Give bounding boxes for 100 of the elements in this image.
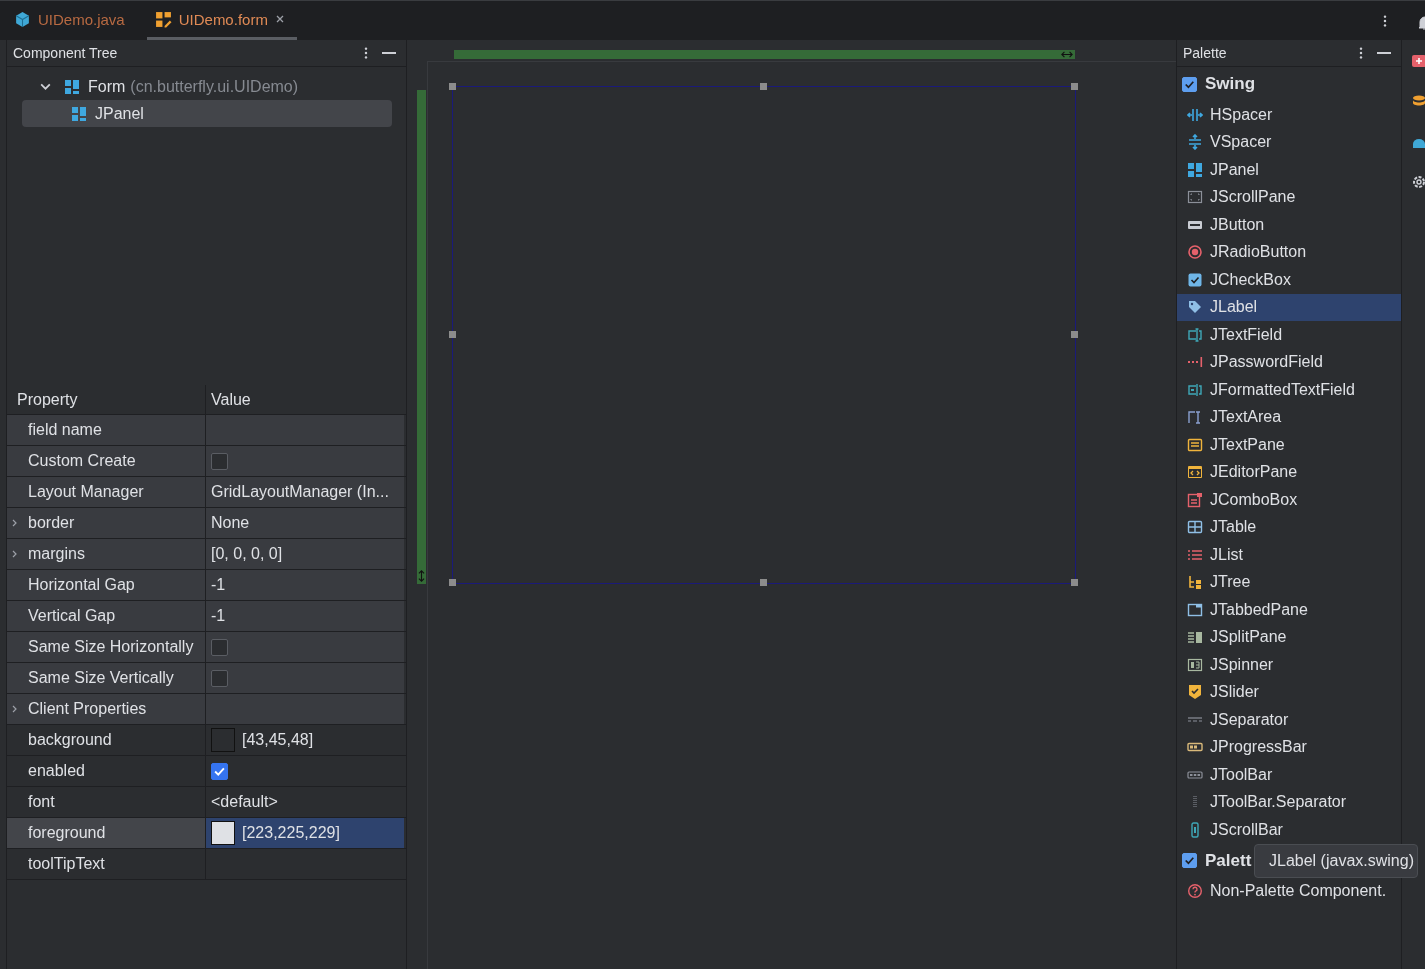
resize-handle[interactable] <box>1071 579 1078 586</box>
spacer-icon <box>1187 106 1203 123</box>
property-name[interactable]: Layout Manager <box>7 477 206 507</box>
palette-item[interactable]: VSpacer <box>1177 128 1401 156</box>
palette-item[interactable]: JList <box>1177 541 1401 569</box>
table-icon <box>1187 519 1203 536</box>
editor-tab[interactable]: UIDemo.java <box>6 1 137 40</box>
more-icon[interactable] <box>1359 46 1363 60</box>
palette-item[interactable]: JRadioButton <box>1177 238 1401 266</box>
property-name[interactable]: field name <box>7 415 206 445</box>
palette-item[interactable]: JTextField <box>1177 321 1401 349</box>
property-name[interactable]: margins <box>7 539 206 569</box>
color-swatch[interactable] <box>211 728 235 752</box>
checkbox[interactable] <box>211 452 228 470</box>
resize-handle[interactable] <box>449 331 456 338</box>
chevron-right-icon[interactable] <box>11 704 19 714</box>
form-icon <box>154 10 172 28</box>
palette-item[interactable]: JLabel <box>1177 293 1401 321</box>
property-name[interactable]: Client Properties <box>7 694 206 724</box>
tree-icon <box>1187 574 1203 591</box>
palette-item[interactable]: JButton <box>1177 211 1401 239</box>
palette-item[interactable]: JSpinner <box>1177 651 1401 679</box>
property-name[interactable]: foreground <box>7 818 206 848</box>
palette-item[interactable]: JSlider <box>1177 678 1401 706</box>
text-pane-icon <box>1187 436 1203 453</box>
chevron-right-icon[interactable] <box>11 518 19 528</box>
radio-icon <box>1187 244 1203 261</box>
resize-handle[interactable] <box>1071 83 1078 90</box>
split-pane-icon <box>1187 629 1203 646</box>
close-icon[interactable] <box>274 14 285 24</box>
palette-item[interactable]: JProgressBar <box>1177 733 1401 761</box>
formatted-field-icon <box>1187 381 1203 398</box>
checkbox[interactable] <box>1182 853 1197 868</box>
palette-item[interactable]: JToolBar <box>1177 761 1401 789</box>
palette-item[interactable]: JToolBar.Separator <box>1177 788 1401 816</box>
property-name[interactable]: Same Size Vertically <box>7 663 206 693</box>
property-value: -1 <box>211 576 226 594</box>
checkbox[interactable] <box>1182 76 1197 92</box>
gear-icon[interactable] <box>1411 174 1425 190</box>
resize-handle[interactable] <box>760 579 767 586</box>
palette-item[interactable]: JComboBox <box>1177 486 1401 514</box>
minimize-icon[interactable] <box>1377 51 1391 55</box>
resize-handle[interactable] <box>449 83 456 90</box>
palette-item[interactable]: JTable <box>1177 513 1401 541</box>
tree-item[interactable]: Form (cn.butterfly.ui.UIDemo) <box>22 73 392 100</box>
resize-horizontal-icon[interactable] <box>1061 51 1073 58</box>
checkbox[interactable] <box>211 762 228 780</box>
palette-item[interactable]: JScrollPane <box>1177 183 1401 211</box>
property-name[interactable]: border <box>7 508 206 538</box>
resize-handle[interactable] <box>449 579 456 586</box>
palette-item[interactable]: JSeparator <box>1177 706 1401 734</box>
checkbox[interactable] <box>211 638 228 656</box>
property-name[interactable]: Same Size Horizontally <box>7 632 206 662</box>
cube-icon <box>14 10 31 28</box>
editor-pane-icon <box>1187 464 1203 481</box>
palette-item[interactable]: JFormattedTextField <box>1177 376 1401 404</box>
chevron-right-icon[interactable] <box>11 549 19 559</box>
panel-title: Component Tree <box>13 45 119 61</box>
color-swatch[interactable] <box>211 821 235 845</box>
checkmark-icon <box>1183 854 1196 867</box>
palette-item[interactable]: JScrollBar <box>1177 816 1401 844</box>
group-label: Swing <box>1205 74 1256 94</box>
resize-handle[interactable] <box>1071 331 1078 338</box>
palette-item[interactable]: JTree <box>1177 568 1401 596</box>
tree-item[interactable]: JPanel <box>22 100 392 127</box>
panel-icon <box>71 105 87 122</box>
property-value: [0, 0, 0, 0] <box>211 545 283 563</box>
tooltip: JLabel (javax.swing) <box>1254 844 1418 878</box>
palette-item[interactable]: JTextArea <box>1177 403 1401 431</box>
resize-vertical-icon[interactable] <box>418 570 425 582</box>
palette-item[interactable]: HSpacer <box>1177 101 1401 129</box>
minimize-icon[interactable] <box>382 51 396 55</box>
tag-icon <box>1187 299 1203 316</box>
column-header: Value <box>210 389 252 410</box>
tabbed-pane-icon <box>1187 601 1203 618</box>
spacer-icon <box>1187 134 1203 151</box>
palette-item[interactable]: JPasswordField <box>1177 348 1401 376</box>
palette-item[interactable]: Non-Palette Component. <box>1177 877 1401 905</box>
property-value: -1 <box>211 607 226 625</box>
more-icon[interactable] <box>1383 13 1387 28</box>
combo-box-icon <box>1187 491 1203 508</box>
palette-item[interactable]: JTabbedPane <box>1177 596 1401 624</box>
checkbox[interactable] <box>211 669 228 687</box>
text-area-icon <box>1187 409 1203 426</box>
property-name[interactable]: Vertical Gap <box>7 601 206 631</box>
more-icon[interactable] <box>364 46 368 60</box>
property-name[interactable]: Custom Create <box>7 446 206 476</box>
palette-item[interactable]: JCheckBox <box>1177 266 1401 294</box>
group-label: Palett <box>1205 850 1252 871</box>
palette-item[interactable]: JPanel <box>1177 156 1401 184</box>
property-value: <default> <box>211 793 278 811</box>
palette-item[interactable]: JEditorPane <box>1177 458 1401 486</box>
resize-handle[interactable] <box>760 83 767 90</box>
column-header: Property <box>7 385 206 414</box>
checkbox-icon <box>1187 271 1203 288</box>
plus-icon[interactable] <box>1411 54 1425 70</box>
property-name[interactable]: Horizontal Gap <box>7 570 206 600</box>
palette-item[interactable]: JSplitPane <box>1177 623 1401 651</box>
panel-title: Palette <box>1183 45 1228 61</box>
palette-item[interactable]: JTextPane <box>1177 431 1401 459</box>
